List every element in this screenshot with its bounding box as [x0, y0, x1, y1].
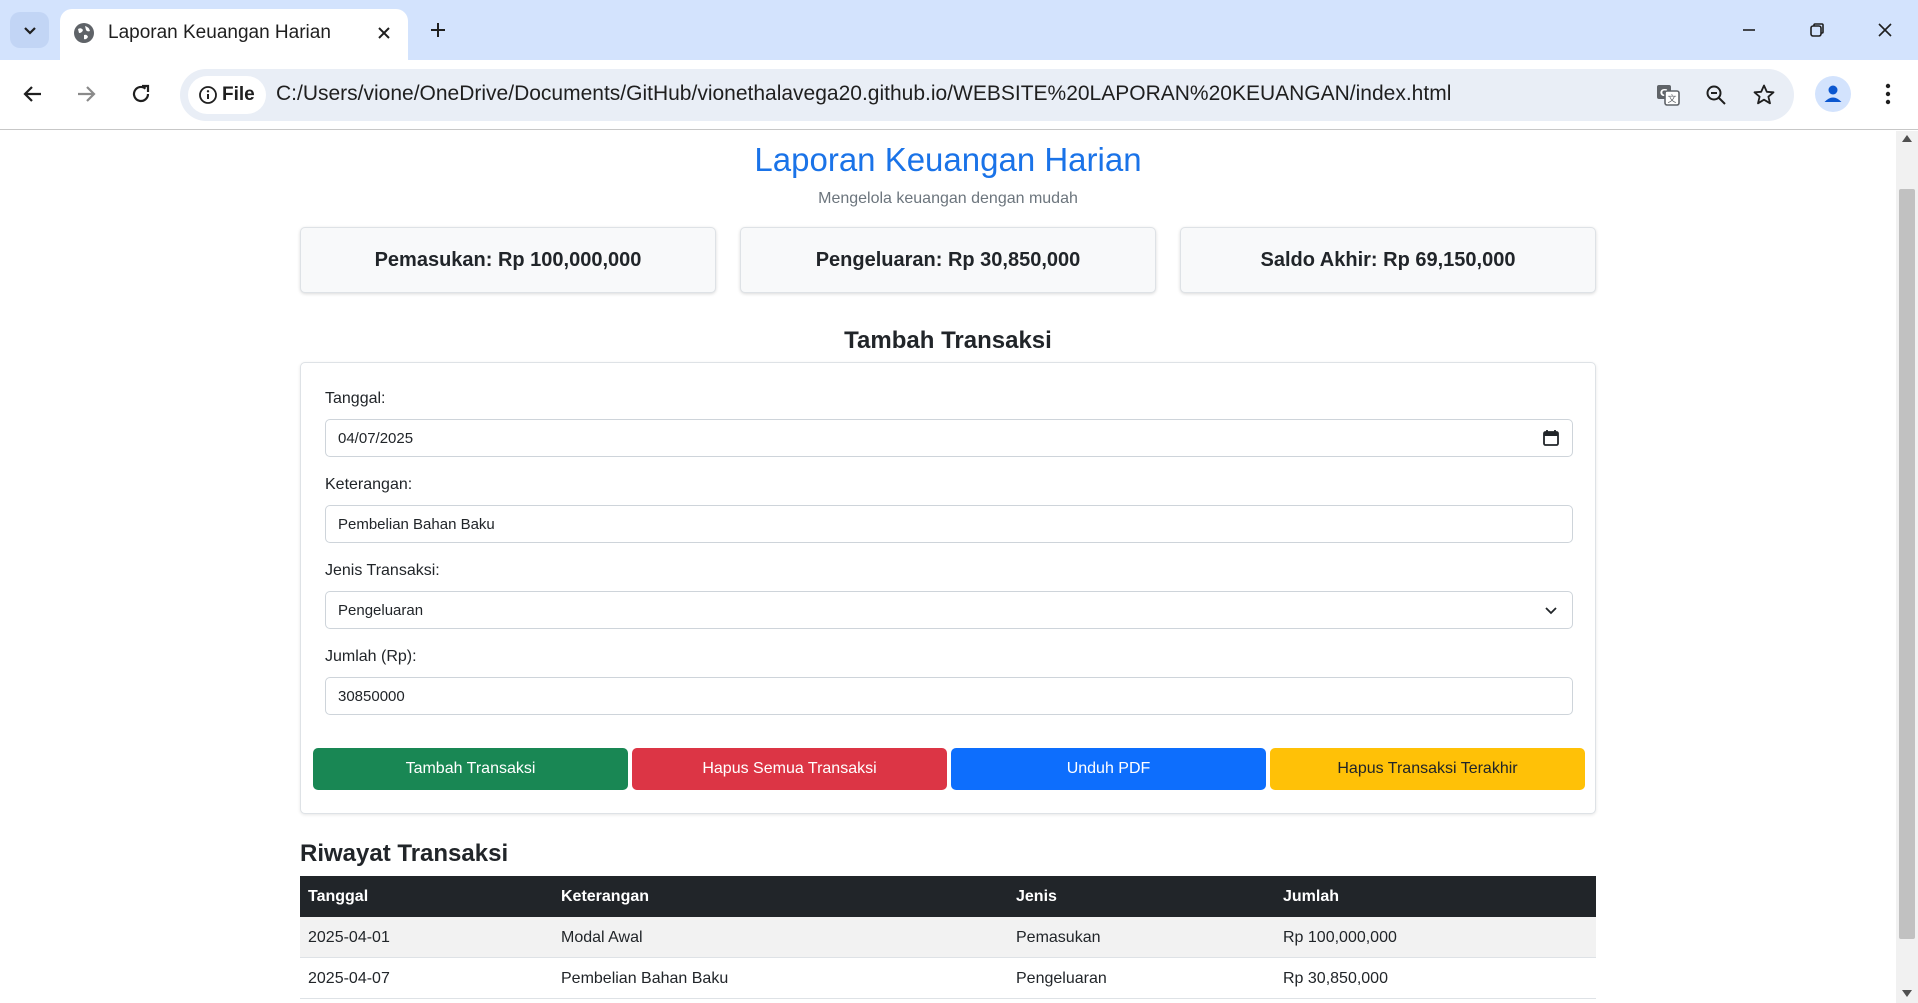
cell-date: 2025-04-01 [308, 929, 390, 946]
header-amount: Jumlah [1283, 888, 1340, 905]
tab-title: Laporan Keuangan Harian [108, 22, 331, 43]
profile-icon[interactable] [1815, 76, 1851, 112]
back-icon[interactable] [13, 74, 53, 114]
star-icon[interactable] [1746, 77, 1782, 113]
table-row: 2025-04-07 Pembelian Bahan Baku Pengelua… [300, 958, 1596, 999]
description-input[interactable]: Pembelian Bahan Baku [325, 505, 1573, 543]
header-description: Keterangan [561, 888, 650, 905]
window-close-icon[interactable] [1863, 10, 1907, 50]
zoom-icon[interactable] [1698, 77, 1734, 113]
scroll-down-arrow[interactable] [1902, 990, 1912, 997]
calendar-icon[interactable] [1542, 429, 1560, 447]
restore-icon[interactable] [1795, 10, 1839, 50]
scroll-up-arrow[interactable] [1902, 135, 1912, 142]
cell-type: Pemasukan [1016, 929, 1101, 946]
reload-icon[interactable] [121, 74, 161, 114]
page-scrollbar[interactable] [1896, 131, 1918, 1003]
address-bar[interactable]: File C:/Users/vione/OneDrive/Documents/G… [180, 69, 1794, 121]
cell-date: 2025-04-07 [308, 970, 390, 987]
description-label: Keterangan: [325, 476, 413, 493]
cell-description: Pembelian Bahan Baku [561, 970, 729, 987]
income-card: Pemasukan: Rp 100,000,000 [300, 227, 716, 293]
table-header: Tanggal Keterangan Jenis Jumlah [300, 876, 1596, 917]
browser-tab[interactable]: Laporan Keuangan Harian [60, 9, 408, 60]
globe-icon [74, 23, 94, 43]
tab-search-icon[interactable] [10, 12, 49, 48]
history-heading: Riwayat Transaksi [300, 840, 509, 867]
kebab-menu-icon[interactable] [1870, 76, 1906, 112]
svg-text:文: 文 [1667, 93, 1676, 105]
plus-icon[interactable] [420, 12, 456, 48]
transaction-form: Tanggal: 04/07/2025 Keterangan: Pembelia… [300, 362, 1596, 814]
header-type: Jenis [1016, 888, 1057, 905]
amount-label: Jumlah (Rp): [325, 648, 417, 665]
minimize-icon[interactable] [1727, 10, 1771, 50]
type-select[interactable]: Pengeluaran [325, 591, 1573, 629]
date-input[interactable]: 04/07/2025 [325, 419, 1573, 457]
page-subtitle: Mengelola keuangan dengan mudah [818, 190, 1078, 207]
close-icon[interactable] [370, 19, 398, 47]
cell-amount: Rp 100,000,000 [1283, 929, 1397, 946]
add-transaction-heading: Tambah Transaksi [844, 327, 1052, 354]
cell-type: Pengeluaran [1016, 970, 1107, 987]
scroll-thumb[interactable] [1899, 189, 1915, 939]
amount-value: 30850000 [338, 687, 405, 705]
browser-toolbar: File C:/Users/vione/OneDrive/Documents/G… [0, 60, 1918, 130]
description-value: Pembelian Bahan Baku [338, 515, 495, 533]
amount-input[interactable]: 30850000 [325, 677, 1573, 715]
header-date: Tanggal [308, 888, 369, 905]
info-icon [199, 86, 217, 104]
page-title: Laporan Keuangan Harian [754, 141, 1142, 178]
balance-card: Saldo Akhir: Rp 69,150,000 [1180, 227, 1596, 293]
page-viewport: Laporan Keuangan Harian Mengelola keuang… [0, 131, 1896, 1003]
delete-last-button[interactable]: Hapus Transaksi Terakhir [1270, 748, 1585, 790]
type-label: Jenis Transaksi: [325, 562, 440, 579]
download-pdf-button[interactable]: Unduh PDF [951, 748, 1266, 790]
chip-label: File [222, 84, 255, 105]
forward-icon[interactable] [66, 74, 106, 114]
type-value: Pengeluaran [338, 601, 424, 619]
cell-amount: Rp 30,850,000 [1283, 970, 1388, 987]
translate-icon[interactable]: G文 [1650, 77, 1686, 113]
cell-description: Modal Awal [561, 929, 643, 946]
add-transaction-button[interactable]: Tambah Transaksi [313, 748, 628, 790]
url-text: C:/Users/vione/OneDrive/Documents/GitHub… [276, 82, 1452, 105]
chevron-down-icon [1545, 607, 1557, 615]
date-label: Tanggal: [325, 390, 386, 407]
clear-all-button[interactable]: Hapus Semua Transaksi [632, 748, 947, 790]
expense-card: Pengeluaran: Rp 30,850,000 [740, 227, 1156, 293]
table-row: 2025-04-01 Modal Awal Pemasukan Rp 100,0… [300, 917, 1596, 958]
date-value: 04/07/2025 [338, 429, 414, 447]
browser-tab-bar: Laporan Keuangan Harian [0, 0, 1918, 60]
